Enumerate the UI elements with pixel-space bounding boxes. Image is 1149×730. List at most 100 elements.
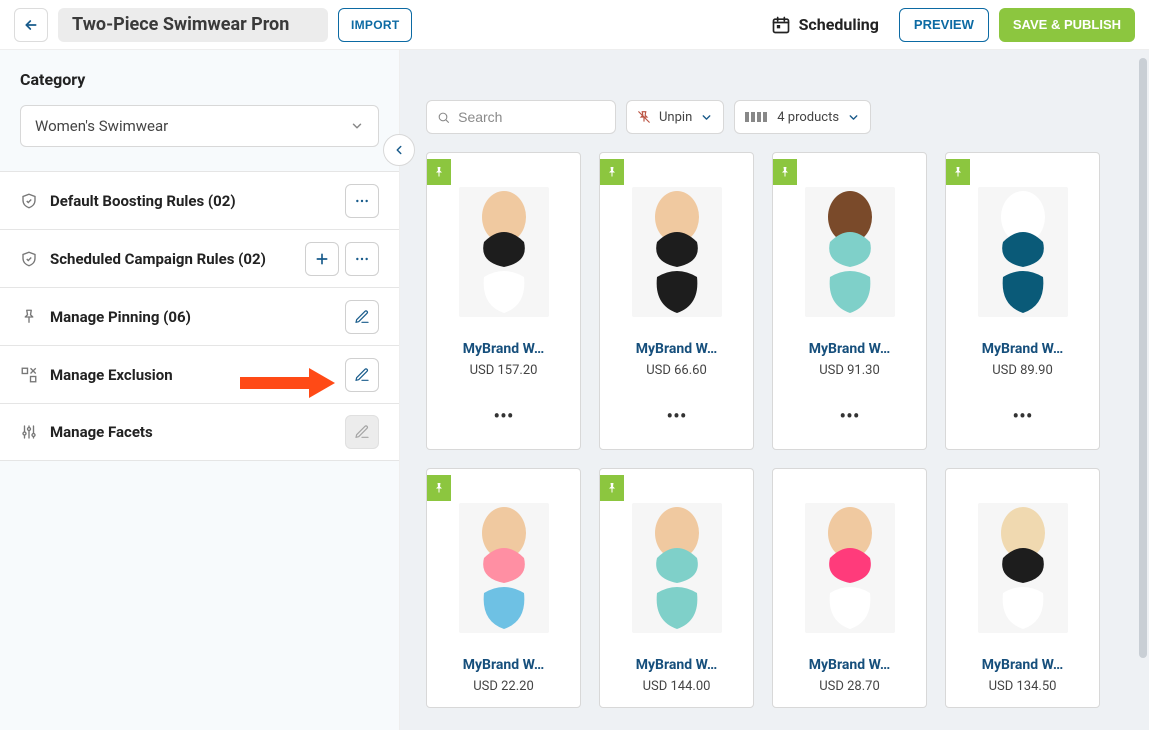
category-select[interactable]: Women's Swimwear bbox=[20, 105, 379, 147]
product-price: USD 28.70 bbox=[819, 679, 880, 694]
collapse-sidebar-button[interactable] bbox=[383, 134, 415, 166]
product-card[interactable]: MyBrand W…USD 157.20••• bbox=[426, 152, 581, 450]
thumbtack-icon bbox=[433, 166, 445, 178]
search-icon bbox=[437, 110, 450, 125]
sidebar-row-manage-exclusion[interactable]: Manage Exclusion bbox=[0, 345, 399, 403]
exclude-icon bbox=[20, 366, 38, 384]
sliders-icon bbox=[20, 423, 38, 441]
product-name: MyBrand W… bbox=[636, 657, 718, 673]
product-price: USD 144.00 bbox=[643, 679, 711, 694]
product-name: MyBrand W… bbox=[809, 657, 891, 673]
thumbtack-icon bbox=[606, 482, 618, 494]
sidebar-row-label: Manage Exclusion bbox=[50, 366, 173, 384]
chevron-down-icon bbox=[847, 111, 860, 124]
product-name: MyBrand W… bbox=[809, 341, 891, 357]
product-image bbox=[459, 503, 549, 633]
chevron-left-icon bbox=[392, 143, 406, 157]
import-button[interactable]: IMPORT bbox=[338, 8, 412, 42]
product-card[interactable]: MyBrand W…USD 134.50 bbox=[945, 468, 1100, 708]
product-card[interactable]: MyBrand W…USD 89.90••• bbox=[945, 152, 1100, 450]
product-image bbox=[978, 187, 1068, 317]
product-image bbox=[805, 187, 895, 317]
sidebar-row-default-boosting[interactable]: Default Boosting Rules (02) bbox=[0, 171, 399, 229]
product-price: USD 134.50 bbox=[989, 679, 1057, 694]
product-name: MyBrand W… bbox=[463, 657, 545, 673]
add-button[interactable] bbox=[305, 242, 339, 276]
product-grid: MyBrand W…USD 157.20•••MyBrand W…USD 66.… bbox=[426, 152, 1123, 708]
preview-button[interactable]: PREVIEW bbox=[899, 8, 989, 42]
calendar-icon bbox=[771, 15, 791, 35]
edit-button-disabled bbox=[345, 415, 379, 449]
search-input-wrap[interactable] bbox=[426, 100, 616, 134]
plus-icon bbox=[314, 251, 330, 267]
unpin-dropdown[interactable]: Unpin bbox=[626, 100, 724, 134]
product-card[interactable]: MyBrand W… USD 144.00 bbox=[599, 468, 754, 708]
sidebar-row-label: Manage Facets bbox=[50, 423, 153, 441]
scheduling-label: Scheduling bbox=[799, 15, 879, 34]
annotation-arrow bbox=[240, 368, 335, 398]
back-button[interactable] bbox=[14, 8, 48, 42]
shield-icon bbox=[20, 192, 38, 210]
product-image bbox=[978, 503, 1068, 633]
product-price: USD 22.20 bbox=[473, 679, 534, 694]
category-heading: Category bbox=[20, 70, 379, 89]
ellipsis-icon bbox=[354, 193, 370, 209]
product-more-button[interactable]: ••• bbox=[1012, 414, 1032, 418]
pin-badge bbox=[946, 159, 970, 185]
unpin-label: Unpin bbox=[659, 110, 692, 125]
sidebar-row-label: Manage Pinning (06) bbox=[50, 308, 191, 326]
search-input[interactable] bbox=[458, 109, 605, 125]
thumbtack-icon bbox=[606, 166, 618, 178]
product-image bbox=[632, 503, 722, 633]
sidebar-row-manage-pinning[interactable]: Manage Pinning (06) bbox=[0, 287, 399, 345]
pin-badge bbox=[427, 475, 451, 501]
chevron-down-icon bbox=[700, 111, 713, 124]
edit-icon bbox=[354, 367, 370, 383]
products-count-label: 4 products bbox=[777, 110, 839, 125]
save-publish-button[interactable]: SAVE & PUBLISH bbox=[999, 8, 1135, 42]
pin-badge bbox=[600, 475, 624, 501]
unpin-icon bbox=[637, 110, 651, 124]
thumbtack-icon bbox=[779, 166, 791, 178]
sidebar-row-manage-facets[interactable]: Manage Facets bbox=[0, 403, 399, 461]
product-more-button[interactable]: ••• bbox=[493, 414, 513, 418]
sidebar-row-scheduled-campaign[interactable]: Scheduled Campaign Rules (02) bbox=[0, 229, 399, 287]
edit-icon bbox=[354, 424, 370, 440]
category-value: Women's Swimwear bbox=[35, 117, 168, 135]
pin-badge bbox=[427, 159, 451, 185]
thumbtack-icon bbox=[952, 166, 964, 178]
sidebar: Category Women's Swimwear Default Boosti… bbox=[0, 50, 400, 730]
arrow-left-icon bbox=[23, 17, 39, 33]
product-more-button[interactable]: ••• bbox=[839, 414, 859, 418]
more-button[interactable] bbox=[345, 242, 379, 276]
scheduling-link[interactable]: Scheduling bbox=[771, 15, 879, 35]
columns-icon bbox=[745, 112, 769, 122]
edit-icon bbox=[354, 309, 370, 325]
scrollbar[interactable] bbox=[1139, 58, 1147, 658]
product-more-button[interactable]: ••• bbox=[666, 414, 686, 418]
shield-icon bbox=[20, 250, 38, 268]
product-price: USD 89.90 bbox=[992, 363, 1053, 378]
product-card[interactable]: MyBrand W…USD 66.60••• bbox=[599, 152, 754, 450]
product-image bbox=[632, 187, 722, 317]
pin-badge bbox=[773, 159, 797, 185]
edit-button[interactable] bbox=[345, 300, 379, 334]
filter-bar: Unpin 4 products bbox=[426, 100, 1123, 134]
more-button[interactable] bbox=[345, 184, 379, 218]
pin-icon bbox=[20, 308, 38, 326]
top-bar: Two-Piece Swimwear Pron IMPORT Schedulin… bbox=[0, 0, 1149, 50]
main-panel: Unpin 4 products MyBrand W…USD 157.20•••… bbox=[400, 50, 1149, 730]
product-name: MyBrand W… bbox=[463, 341, 545, 357]
product-card[interactable]: MyBrand W… USD 91.30 ••• bbox=[772, 152, 927, 450]
chevron-down-icon bbox=[350, 119, 364, 133]
product-image bbox=[805, 503, 895, 633]
product-card[interactable]: MyBrand W… USD 28.70 bbox=[772, 468, 927, 708]
page-title: Two-Piece Swimwear Pron bbox=[58, 8, 328, 42]
product-name: MyBrand W… bbox=[636, 341, 718, 357]
product-card[interactable]: MyBrand W… USD 22.20 bbox=[426, 468, 581, 708]
product-price: USD 91.30 bbox=[819, 363, 880, 378]
sidebar-row-label: Scheduled Campaign Rules (02) bbox=[50, 250, 266, 268]
product-image bbox=[459, 187, 549, 317]
edit-button[interactable] bbox=[345, 358, 379, 392]
grid-size-dropdown[interactable]: 4 products bbox=[734, 100, 871, 134]
